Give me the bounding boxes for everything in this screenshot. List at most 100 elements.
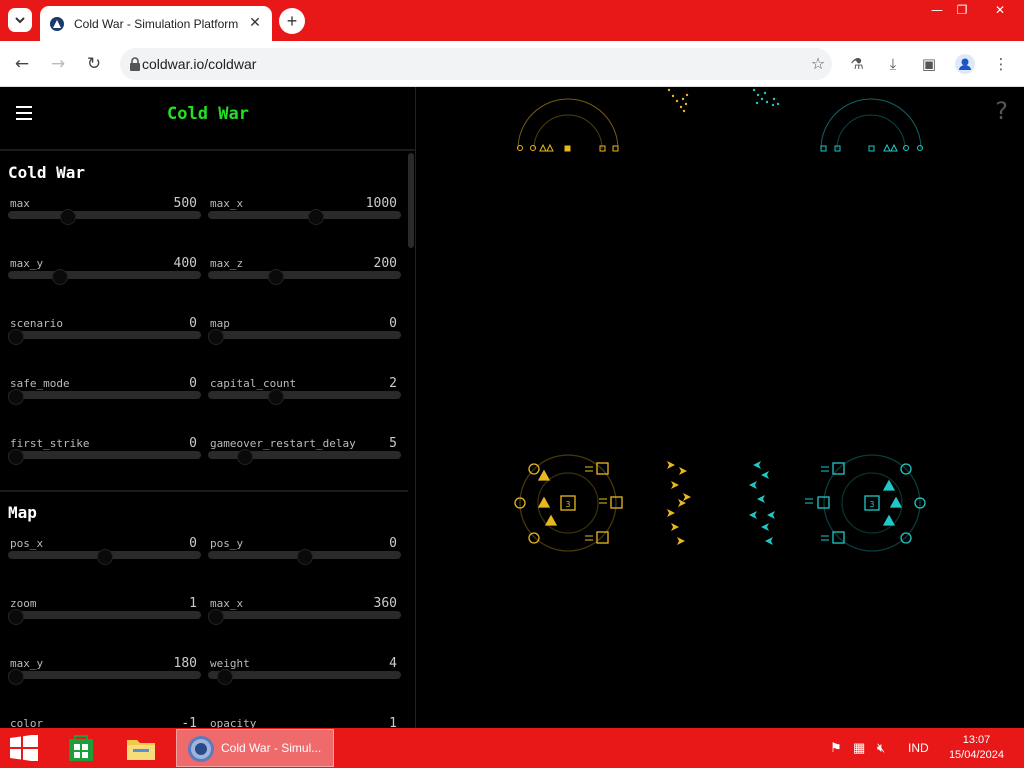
param-slider-thumb[interactable]: [8, 449, 24, 465]
param-label: max_z: [210, 257, 244, 270]
param-slider-track[interactable]: [8, 611, 201, 619]
browser-tab-strip: Cold War - Simulation Platform ✕ + — ❐ ✕: [0, 0, 1024, 41]
param-slider-thumb[interactable]: [217, 669, 234, 685]
param-slider-track[interactable]: [8, 271, 201, 279]
param-label: scenario: [10, 317, 63, 330]
labs-flask-icon[interactable]: ⚗: [846, 53, 868, 75]
sidebar-scrollbar[interactable]: [408, 153, 414, 248]
param-slider-track[interactable]: [8, 331, 201, 339]
param-slider-track[interactable]: [208, 391, 401, 399]
param-slider-track[interactable]: [8, 671, 201, 679]
cyan-base: 3: [805, 454, 926, 552]
help-icon[interactable]: ?: [995, 97, 1008, 125]
param-value: 400: [173, 256, 197, 271]
tab-search-button[interactable]: [8, 8, 32, 32]
download-icon[interactable]: ⤓: [882, 53, 904, 75]
param-slider-thumb[interactable]: [52, 269, 69, 285]
lock-icon[interactable]: [129, 57, 141, 71]
system-clock[interactable]: 13:07 15/04/2024: [949, 733, 1004, 763]
param-slider-thumb[interactable]: [308, 209, 325, 225]
param-opacity: opacity 1: [208, 716, 401, 728]
param-value: 0: [189, 436, 197, 451]
simulation-canvas[interactable]: ? 3 3: [417, 87, 1024, 728]
param-slider-thumb[interactable]: [208, 609, 224, 625]
param-slider-thumb[interactable]: [8, 669, 24, 685]
param-slider-track[interactable]: [8, 451, 201, 459]
windows-start-icon[interactable]: [10, 735, 38, 761]
kebab-menu-icon[interactable]: ⋮: [990, 53, 1012, 75]
param-slider-track[interactable]: [208, 331, 401, 339]
param-slider-track[interactable]: [208, 671, 401, 679]
param-label: capital_count: [210, 377, 297, 390]
chrome-icon: [188, 736, 214, 762]
new-tab-button[interactable]: +: [279, 8, 305, 34]
param-value: 1: [189, 596, 197, 611]
param-slider-track[interactable]: [208, 211, 401, 219]
store-icon[interactable]: [64, 732, 98, 764]
param-slider-thumb[interactable]: [296, 549, 313, 565]
param-value: 4: [389, 656, 397, 671]
param-label: max_y: [10, 257, 44, 270]
param-slider-thumb[interactable]: [208, 329, 224, 345]
profile-avatar-icon[interactable]: [954, 53, 976, 75]
file-explorer-icon[interactable]: [124, 732, 158, 764]
param-slider-track[interactable]: [208, 271, 401, 279]
param-label: first_strike: [10, 437, 90, 450]
param-slider-track[interactable]: [8, 391, 201, 399]
param-slider-thumb[interactable]: [8, 609, 24, 625]
param-slider-thumb[interactable]: [8, 329, 24, 345]
clock-date: 15/04/2024: [948, 749, 1004, 761]
window-close-button[interactable]: ✕: [983, 0, 1017, 22]
param-zoom: zoom 1: [8, 596, 201, 637]
taskbar-chrome-window[interactable]: Cold War - Simul...: [176, 729, 334, 767]
param-capital-count: capital_count 2: [208, 376, 401, 417]
yellow-base-counter: 3: [566, 500, 571, 509]
bookmark-star-icon[interactable]: ☆: [808, 54, 828, 74]
param-value: 2: [389, 376, 397, 391]
param-slider-thumb[interactable]: [59, 209, 76, 225]
cyan-base-counter: 3: [870, 500, 875, 509]
param-slider-thumb[interactable]: [8, 389, 24, 405]
app-title: Cold War: [167, 104, 249, 124]
windows-taskbar: Cold War - Simul... ⚑ ▦ 🔇︎ IND 13:07 15/…: [0, 728, 1024, 768]
param-slider-thumb[interactable]: [236, 449, 253, 465]
forward-arrow-icon[interactable]: →: [47, 53, 69, 75]
browser-tab-active[interactable]: Cold War - Simulation Platform ✕: [40, 6, 272, 41]
param-label: pos_y: [210, 537, 244, 550]
section-title-cold-war: Cold War: [8, 163, 86, 182]
back-arrow-icon[interactable]: ←: [11, 53, 33, 75]
param-max-y: max_y 180: [8, 656, 201, 697]
param-slider-thumb[interactable]: [267, 389, 284, 405]
param-value: 1000: [365, 196, 397, 211]
side-panel-icon[interactable]: ▣: [918, 53, 940, 75]
param-slider-thumb[interactable]: [96, 549, 113, 565]
section-title-map: Map: [8, 503, 37, 522]
param-max: max 500: [8, 196, 201, 237]
param-slider-track[interactable]: [8, 211, 201, 219]
tab-close-icon[interactable]: ✕: [246, 14, 264, 32]
address-bar[interactable]: coldwar.io/coldwar ☆: [120, 48, 832, 80]
app-favicon-icon: [50, 16, 64, 31]
url-text[interactable]: coldwar.io/coldwar: [142, 56, 256, 72]
param-map: map 0: [208, 316, 401, 357]
cyan-missile-trail: [752, 88, 780, 107]
language-indicator[interactable]: IND: [908, 741, 929, 755]
yellow-base: 3: [514, 454, 623, 552]
app-root: Cold War Cold War max 500 max_x 1000 max_y 40…: [0, 87, 1024, 728]
param-slider-track[interactable]: [208, 611, 401, 619]
action-center-flag-icon[interactable]: ⚑: [830, 740, 842, 756]
param-label: weight: [210, 657, 250, 670]
param-value: 5: [389, 436, 397, 451]
param-value: 0: [189, 316, 197, 331]
param-value: 180: [173, 656, 197, 671]
volume-muted-icon[interactable]: 🔇︎: [877, 740, 885, 756]
reload-icon[interactable]: ↻: [83, 53, 105, 75]
param-pos-y: pos_y 0: [208, 536, 401, 577]
param-slider-thumb[interactable]: [267, 269, 284, 285]
tab-title: Cold War - Simulation Platform: [74, 16, 239, 31]
restore-button[interactable]: ❐: [945, 0, 979, 22]
param-value: 0: [389, 536, 397, 551]
param-max-x: max_x 360: [208, 596, 401, 637]
network-icon[interactable]: ▦: [853, 740, 865, 756]
param-value: 1: [389, 716, 397, 728]
